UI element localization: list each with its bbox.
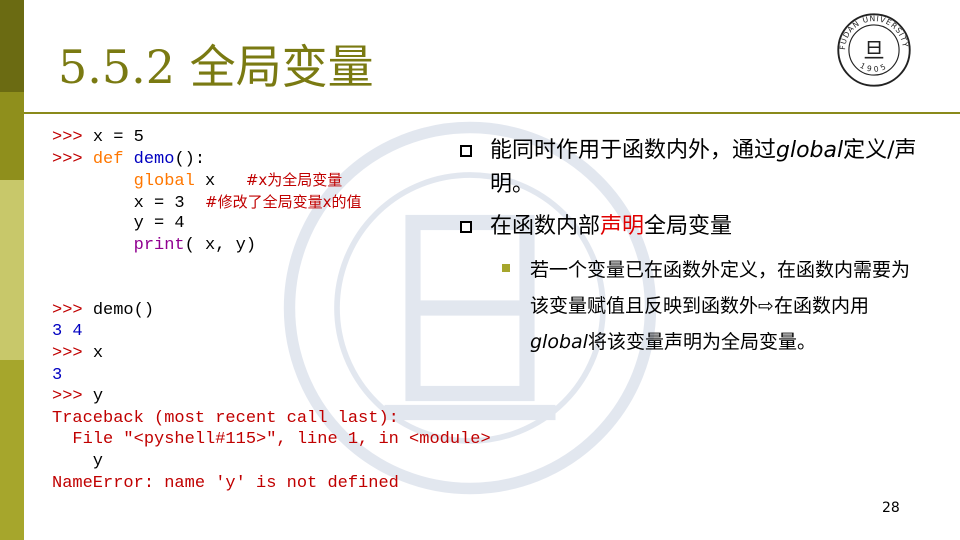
code-error: NameError: name 'y' is not defined [52,473,399,493]
code-line: >>> x = 5 [52,127,491,149]
title-divider [24,112,960,114]
filled-square-bullet-icon [502,264,510,272]
shell-prompt: >>> [52,343,93,363]
code-comment: #x为全局变量 [245,171,343,190]
code-text: y [52,451,104,471]
code-keyword: def [92,149,124,169]
shell-prompt: >>> [52,128,93,147]
keyword-global: global [530,331,588,353]
code-line: print( x, y) [52,235,491,257]
code-line: 3 [52,365,491,387]
code-listing: >>> x = 5 >>> def demo(): global x #x为全局变… [52,127,491,494]
code-line: File "<pyshell#115>", line 1, in <module… [52,429,491,451]
hollow-square-bullet-icon [460,145,472,157]
code-builtin: print [133,235,185,255]
code-function-name: demo [133,149,175,169]
code-line: y [52,451,491,473]
sub-bullet-item: 若一个变量已在函数外定义，在函数内需要为该变量赋值且反映到函数外⇨在函数内用gl… [500,252,918,360]
left-bar-segment-3 [0,180,24,360]
left-bar-segment-1 [0,0,24,92]
keyword-global: global [776,138,844,163]
slide-title: 5.5.2 全局变量 [58,40,374,94]
shell-prompt: >>> [52,149,93,169]
code-text: x [92,343,104,363]
code-line: >>> y [52,386,491,408]
code-text: x [194,172,216,192]
code-error: File "<pyshell#115>", line 1, in <module… [52,430,491,450]
code-line: >>> x [52,343,491,365]
bullet-list: 能同时作用于函数内外，通过global定义/声明。 在函数内部声明全局变量 若一… [458,134,918,360]
code-line: >>> demo() [52,300,491,322]
shell-prompt: >>> [52,300,93,320]
code-text: x = 3 [52,193,185,213]
code-comment: #修改了全局变量x的值 [205,192,362,211]
bullet-item: 能同时作用于函数内外，通过global定义/声明。 [458,134,918,202]
emphasis-text: 声明 [600,214,645,239]
university-seal-icon: FUDAN UNIVERSITY 1905 旦 [837,13,911,87]
code-error: Traceback (most recent call last): [52,408,399,428]
bullet-item: 在函数内部声明全局变量 [458,210,918,244]
code-text: (): [174,149,206,169]
code-keyword: global [133,172,195,192]
code-line: 3 4 [52,321,491,343]
left-bar-segment-2 [0,92,24,180]
page-number: 28 [882,500,900,516]
code-output: 3 [52,365,63,385]
right-arrow-icon: ⇨ [758,295,774,317]
code-text: y [92,387,104,407]
code-text: ( x, y) [184,235,257,255]
code-line: x = 3 #修改了全局变量x的值 [52,192,491,214]
code-output: 3 4 [52,322,83,342]
code-line: y = 4 [52,213,491,235]
code-text: y = 4 [52,214,185,234]
code-line: global x #x为全局变量 [52,170,491,192]
code-line: Traceback (most recent call last): [52,408,491,430]
seal-glyph: 旦 [863,39,884,64]
code-line: NameError: name 'y' is not defined [52,473,491,495]
hollow-square-bullet-icon [460,221,472,233]
code-text: x = 5 [92,128,144,147]
shell-prompt: >>> [52,387,93,407]
code-text: demo() [92,300,155,320]
code-line: >>> def demo(): [52,149,491,171]
left-bar-segment-4 [0,360,24,540]
